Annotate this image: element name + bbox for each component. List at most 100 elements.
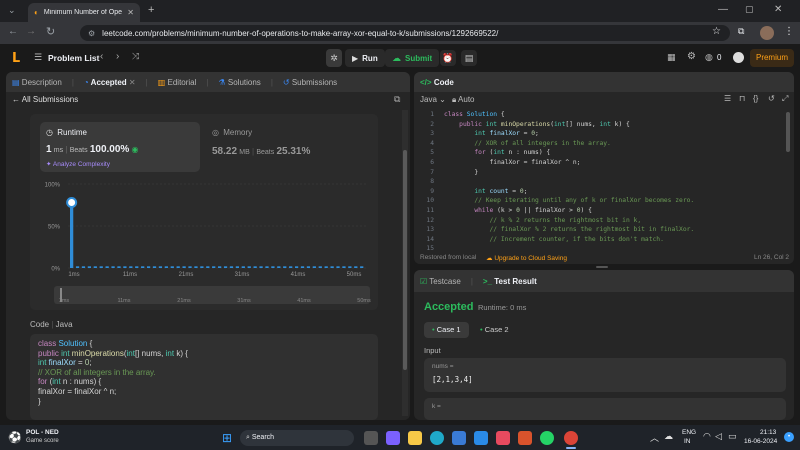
submitted-code-block[interactable]: class Solution { public int minOperation… — [30, 334, 378, 420]
language-primary[interactable]: ENG — [682, 429, 696, 436]
whatsapp-icon[interactable] — [540, 431, 554, 445]
problem-list-icon[interactable]: ☰ — [34, 52, 42, 63]
tab-title: Minimum Number of Operations — [43, 9, 123, 16]
editor-scrollbar[interactable] — [786, 112, 790, 152]
current-submission-marker — [66, 196, 78, 208]
memory-beats: 25.31% — [276, 146, 311, 157]
leetcode-logo-icon[interactable]: ᒪ — [12, 50, 20, 66]
tab-testcase[interactable]: ☑ Testcase — [420, 277, 461, 286]
case-1-tab[interactable]: • Case 1 — [424, 322, 469, 338]
autocomplete-mode[interactable]: 🔒︎ Auto — [452, 95, 475, 105]
share-icon[interactable]: ⧉ — [394, 94, 400, 105]
start-button-icon[interactable]: ⊞ — [222, 431, 232, 445]
all-submissions-link[interactable]: ← All Submissions — [12, 95, 78, 104]
chart-bar — [87, 266, 92, 268]
tab-editorial[interactable]: ▥ Editorial — [158, 78, 197, 87]
upgrade-cloud-link[interactable]: ☁ Upgrade to Cloud Saving — [486, 254, 567, 262]
layout-icon[interactable]: ▦ — [667, 52, 676, 63]
forward-icon[interactable]: → — [26, 26, 36, 37]
chart-bar — [75, 266, 80, 268]
timer-icon[interactable]: ⏰ — [440, 50, 456, 66]
tab-test-result[interactable]: >_ Test Result — [483, 277, 537, 286]
user-avatar[interactable] — [733, 52, 744, 63]
chart-bar — [105, 266, 109, 268]
case-2-tab[interactable]: • Case 2 — [476, 322, 513, 338]
left-scrollbar[interactable] — [402, 110, 408, 416]
language-select[interactable]: Java ⌄ — [420, 95, 446, 104]
problem-list-link[interactable]: Problem List — [48, 53, 99, 63]
format-icon[interactable]: ☰ — [724, 94, 731, 103]
memory-card[interactable]: ◎ Memory 58.22 MB | Beats 25.31% — [206, 122, 370, 172]
file-explorer-icon[interactable] — [408, 431, 422, 445]
tab-search-icon[interactable]: ⌄ — [8, 5, 16, 16]
reset-icon[interactable]: ↺ — [768, 94, 775, 103]
chart-bar — [70, 202, 74, 268]
wifi-icon[interactable]: ◠ — [703, 431, 711, 442]
tab-description[interactable]: ▤ Description — [12, 78, 62, 87]
left-scrollbar-thumb[interactable] — [403, 150, 407, 370]
runtime-card[interactable]: ◷ Runtime 1 ms | Beats 100.00% ◉ ✦ Analy… — [40, 122, 200, 172]
weather-sports-icon[interactable]: ⚽ — [8, 431, 22, 444]
new-tab-icon[interactable]: + — [148, 4, 154, 16]
x-tick-label: 50ms — [347, 272, 362, 278]
tab-accepted[interactable]: ◔ Accepted ✕ — [84, 78, 136, 87]
clock-icon: ◷ — [46, 128, 53, 137]
clock-time[interactable]: 21:13 — [760, 429, 776, 436]
notification-badge[interactable]: • — [784, 432, 794, 442]
battery-icon[interactable]: ▭ — [728, 431, 737, 442]
panel-resize-handle[interactable] — [596, 266, 608, 268]
edge-icon[interactable] — [430, 431, 444, 445]
menu-dots-icon[interactable]: ⋮ — [784, 26, 794, 37]
settings-icon[interactable]: ⚙ — [687, 51, 696, 62]
chart-bar — [324, 266, 328, 268]
tray-chevron-icon[interactable]: ︿ — [650, 431, 659, 444]
premium-button[interactable]: Premium — [750, 49, 794, 67]
close-window-icon[interactable]: ✕ — [774, 4, 782, 15]
chart-bar — [206, 266, 210, 268]
sparkle-icon: ✦ — [46, 161, 52, 168]
close-accepted-tab-icon[interactable]: ✕ — [129, 78, 136, 87]
tab-submissions[interactable]: ↺ Submissions — [283, 78, 337, 87]
shuffle-icon[interactable]: ⤨ — [132, 51, 139, 62]
braces-icon[interactable]: {} — [753, 94, 758, 103]
store-icon[interactable] — [452, 431, 466, 445]
next-problem-icon[interactable]: › — [116, 51, 119, 62]
notes-icon[interactable]: ▤ — [461, 50, 477, 66]
runtime-distribution-chart[interactable]: 100% 50% 0% 1ms 11ms 21ms 31ms 41ms 50ms 1ms 11ms 2… — [30, 178, 378, 310]
teams-icon[interactable] — [386, 431, 400, 445]
cloud-tray-icon[interactable]: ☁ — [664, 431, 673, 442]
maximize-icon[interactable]: ▢ — [745, 4, 754, 15]
office-icon[interactable] — [518, 431, 532, 445]
browser-tab[interactable]: ◐ Minimum Number of Operations ✕ — [28, 3, 140, 22]
close-tab-icon[interactable]: ✕ — [127, 8, 134, 17]
fullscreen-icon[interactable]: ⤢ — [782, 94, 788, 104]
vscode-icon[interactable] — [474, 431, 488, 445]
reload-icon[interactable]: ↻ — [46, 25, 55, 38]
minimize-icon[interactable]: — — [718, 4, 728, 15]
profile-avatar[interactable] — [760, 26, 774, 40]
submit-button[interactable]: ☁ Submit — [385, 49, 440, 67]
task-view-icon[interactable] — [364, 431, 378, 445]
bookmark-icon[interactable]: ⊓ — [739, 94, 745, 103]
extensions-icon[interactable]: ⧉ — [738, 26, 744, 37]
prev-problem-icon[interactable]: ‹ — [100, 51, 103, 62]
analyze-complexity-link[interactable]: ✦ Analyze Complexity — [46, 160, 110, 168]
back-icon[interactable]: ← — [8, 26, 18, 37]
bookmark-star-icon[interactable]: ☆ — [712, 26, 721, 37]
url-bar[interactable]: ⚙ leetcode.com/problems/minimum-number-o… — [80, 25, 730, 41]
run-button[interactable]: ▶ Run — [345, 49, 385, 67]
widget-title[interactable]: POL - NED — [26, 429, 59, 436]
code-token: int — [52, 377, 63, 387]
taskbar-search-box[interactable]: ⌕ Search — [240, 430, 354, 446]
tab-solutions[interactable]: ⚗ Solutions — [218, 78, 260, 87]
debug-icon[interactable]: ✲ — [326, 49, 342, 67]
range-slider-track — [54, 286, 370, 304]
editor-code-area[interactable]: class Solution { public int minOperation… — [444, 110, 784, 244]
snipping-tool-icon[interactable] — [496, 431, 510, 445]
chart-bar — [336, 266, 340, 268]
editor-line-numbers: 1 2 3 4 5 6 7 8 9 10 11 12 13 14 15 — [420, 110, 434, 254]
volume-icon[interactable]: ◁ — [715, 431, 722, 442]
line-number: 4 — [430, 139, 434, 147]
chrome-icon[interactable] — [564, 431, 578, 445]
site-info-icon[interactable]: ⚙ — [88, 29, 95, 38]
